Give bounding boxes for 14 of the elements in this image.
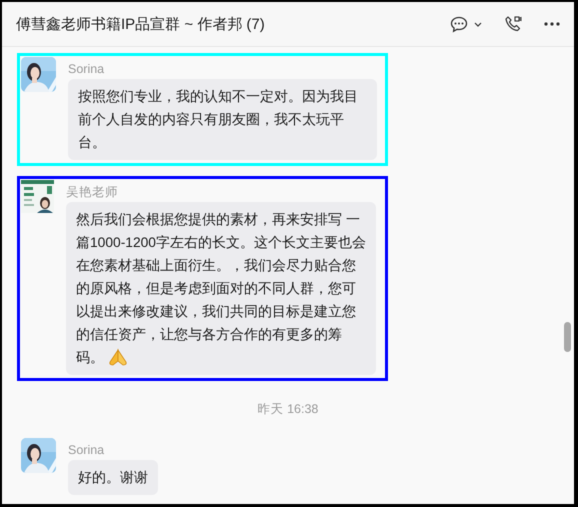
window-title: 傅彗鑫老师书籍IP品宣群 ~ 作者邦 (7)	[16, 14, 266, 34]
chat-bubble-icon[interactable]	[450, 16, 468, 32]
more-icon[interactable]	[544, 22, 560, 26]
message-bubble: 然后我们会根据您提供的素材，再来安排写 一篇1000-1200字左右的长文。这个长文主要也会在您素材基础上面衍生。，我们会尽力贴合您的原风格，但是考虑到面对的不同人群，您可以提出来修改建议，我们共同的目标是建立您的信任资产，让您与各方合作的有更多的筹码。	[66, 202, 376, 375]
timestamp: 昨天 16:38	[258, 402, 318, 416]
chevron-down-icon[interactable]	[474, 22, 482, 26]
scrollbar[interactable]	[564, 322, 571, 352]
praying-hands-icon	[108, 348, 128, 366]
message-bubble: 按照您们专业，我的认知不一定对。因为我目前个人自发的内容只有朋友圈，我不太玩平台。	[68, 79, 377, 160]
sender-name: 吴艳老师	[66, 184, 118, 200]
phone-icon[interactable]	[504, 15, 522, 33]
sender-name: Sorina	[68, 442, 104, 458]
sender-name: Sorina	[68, 61, 104, 77]
message-bubble: 好的。谢谢	[68, 460, 158, 495]
